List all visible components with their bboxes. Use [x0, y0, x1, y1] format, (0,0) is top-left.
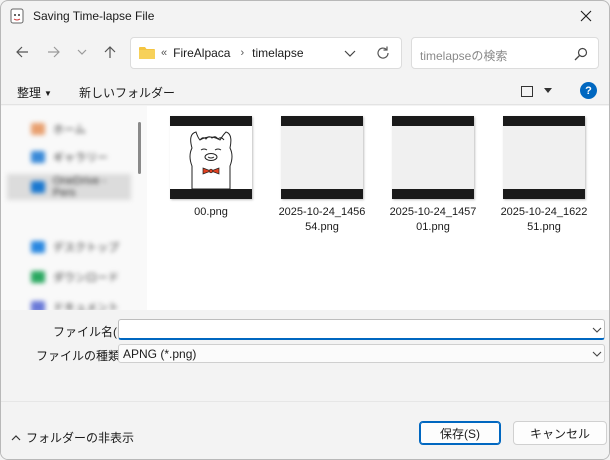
breadcrumb-separator: ›	[240, 47, 245, 59]
close-button[interactable]	[563, 1, 609, 31]
nav-item-home[interactable]: ホーム	[1, 116, 131, 142]
filetype-select[interactable]: APNG (*.png)	[118, 344, 605, 363]
desktop-icon	[31, 241, 45, 253]
search-icon[interactable]	[574, 47, 588, 61]
caret-down-icon: ▼	[44, 89, 52, 98]
gallery-icon	[31, 151, 45, 163]
back-button[interactable]	[7, 37, 37, 67]
save-dialog: Saving Time-lapse File « FireAlpaca › ti…	[0, 0, 610, 460]
search-placeholder: timelapseの検索	[420, 49, 508, 63]
content-area: ホーム ギャラリー OneDrive - Pers デスクトップ ダウンロード …	[1, 106, 609, 310]
arrow-up-icon	[104, 46, 116, 58]
view-icon	[521, 85, 533, 97]
hide-folders-toggle[interactable]: フォルダーの非表示	[11, 429, 134, 446]
navigation-bar: « FireAlpaca › timelapse timelapseの検索	[1, 35, 609, 71]
nav-item-label: OneDrive - Pers	[52, 175, 107, 199]
window-title: Saving Time-lapse File	[33, 9, 155, 23]
organize-button[interactable]: 整理 ▼	[17, 84, 52, 101]
nav-pane-scrollbar[interactable]	[138, 122, 141, 174]
folder-icon	[139, 47, 155, 59]
caret-down-icon	[544, 88, 552, 93]
chevron-down-icon[interactable]	[592, 349, 602, 359]
arrow-right-icon	[48, 46, 60, 58]
chevron-down-icon[interactable]	[592, 325, 602, 335]
nav-item-gallery[interactable]: ギャラリー	[1, 144, 131, 170]
save-button[interactable]: 保存(S)	[419, 421, 501, 445]
nav-item-documents[interactable]: ドキュメント	[1, 294, 131, 310]
new-folder-button[interactable]: 新しいフォルダー	[79, 84, 175, 101]
file-name: 2025-10-24_162251.png	[500, 206, 588, 233]
thumbnail-blank	[503, 116, 585, 199]
command-bar: 整理 ▼ 新しいフォルダー ?	[1, 77, 609, 105]
file-name: 00.png	[194, 206, 228, 218]
filename-input[interactable]	[118, 319, 605, 340]
file-name: 2025-10-24_145654.png	[278, 206, 366, 233]
address-bar[interactable]: « FireAlpaca › timelapse	[130, 37, 402, 69]
view-options-button[interactable]	[521, 83, 555, 99]
file-item[interactable]: 2025-10-24_145701.png	[383, 116, 483, 235]
nav-item-label: ホーム	[53, 124, 86, 136]
forward-button[interactable]	[39, 37, 69, 67]
help-button[interactable]: ?	[580, 82, 597, 99]
breadcrumb-firealpaca[interactable]: FireAlpaca	[173, 46, 230, 60]
thumbnail-blank	[281, 116, 363, 199]
breadcrumb-timelapse[interactable]: timelapse	[252, 46, 303, 60]
home-icon	[31, 123, 45, 135]
alpaca-image	[189, 131, 233, 189]
organize-label: 整理	[17, 86, 42, 100]
title-bar: Saving Time-lapse File	[1, 1, 609, 31]
arrow-left-icon	[16, 46, 28, 58]
download-icon	[31, 271, 45, 283]
nav-item-label: ドキュメント	[53, 302, 119, 310]
filetype-value: APNG (*.png)	[123, 346, 197, 361]
refresh-icon[interactable]	[375, 45, 391, 61]
file-name: 2025-10-24_145701.png	[389, 206, 477, 233]
chevron-down-icon	[77, 49, 87, 55]
cancel-button[interactable]: キャンセル	[513, 421, 607, 445]
search-box[interactable]: timelapseの検索	[411, 37, 599, 69]
recent-locations-button[interactable]	[67, 37, 97, 67]
nav-item-downloads[interactable]: ダウンロード	[1, 264, 131, 290]
file-item[interactable]: 2025-10-24_145654.png	[272, 116, 372, 235]
address-dropdown-icon[interactable]	[343, 46, 357, 60]
nav-item-label: ギャラリー	[53, 152, 108, 164]
file-list: 00.png 2025-10-24_145654.png 2025-10-24_…	[147, 106, 609, 310]
nav-item-label: ダウンロード	[53, 272, 119, 284]
navigation-pane[interactable]: ホーム ギャラリー OneDrive - Pers デスクトップ ダウンロード …	[1, 106, 147, 310]
nav-item-label: デスクトップ	[53, 242, 119, 254]
cloud-icon	[31, 181, 45, 193]
file-item[interactable]: 2025-10-24_162251.png	[494, 116, 594, 235]
up-button[interactable]	[95, 37, 125, 67]
chevron-up-icon	[11, 434, 21, 440]
dialog-footer: フォルダーの非表示 保存(S) キャンセル	[1, 401, 609, 459]
nav-item-desktop[interactable]: デスクトップ	[1, 234, 131, 260]
nav-item-onedrive[interactable]: OneDrive - Pers	[7, 174, 131, 200]
hide-folders-label: フォルダーの非表示	[26, 431, 135, 445]
breadcrumb-overflow[interactable]: «	[161, 47, 167, 59]
file-item[interactable]: 00.png	[161, 116, 261, 220]
thumbnail-alpaca	[170, 116, 252, 199]
close-icon	[580, 10, 592, 22]
thumbnail-blank	[392, 116, 474, 199]
firealpaca-app-icon	[10, 8, 24, 24]
document-icon	[31, 301, 45, 310]
